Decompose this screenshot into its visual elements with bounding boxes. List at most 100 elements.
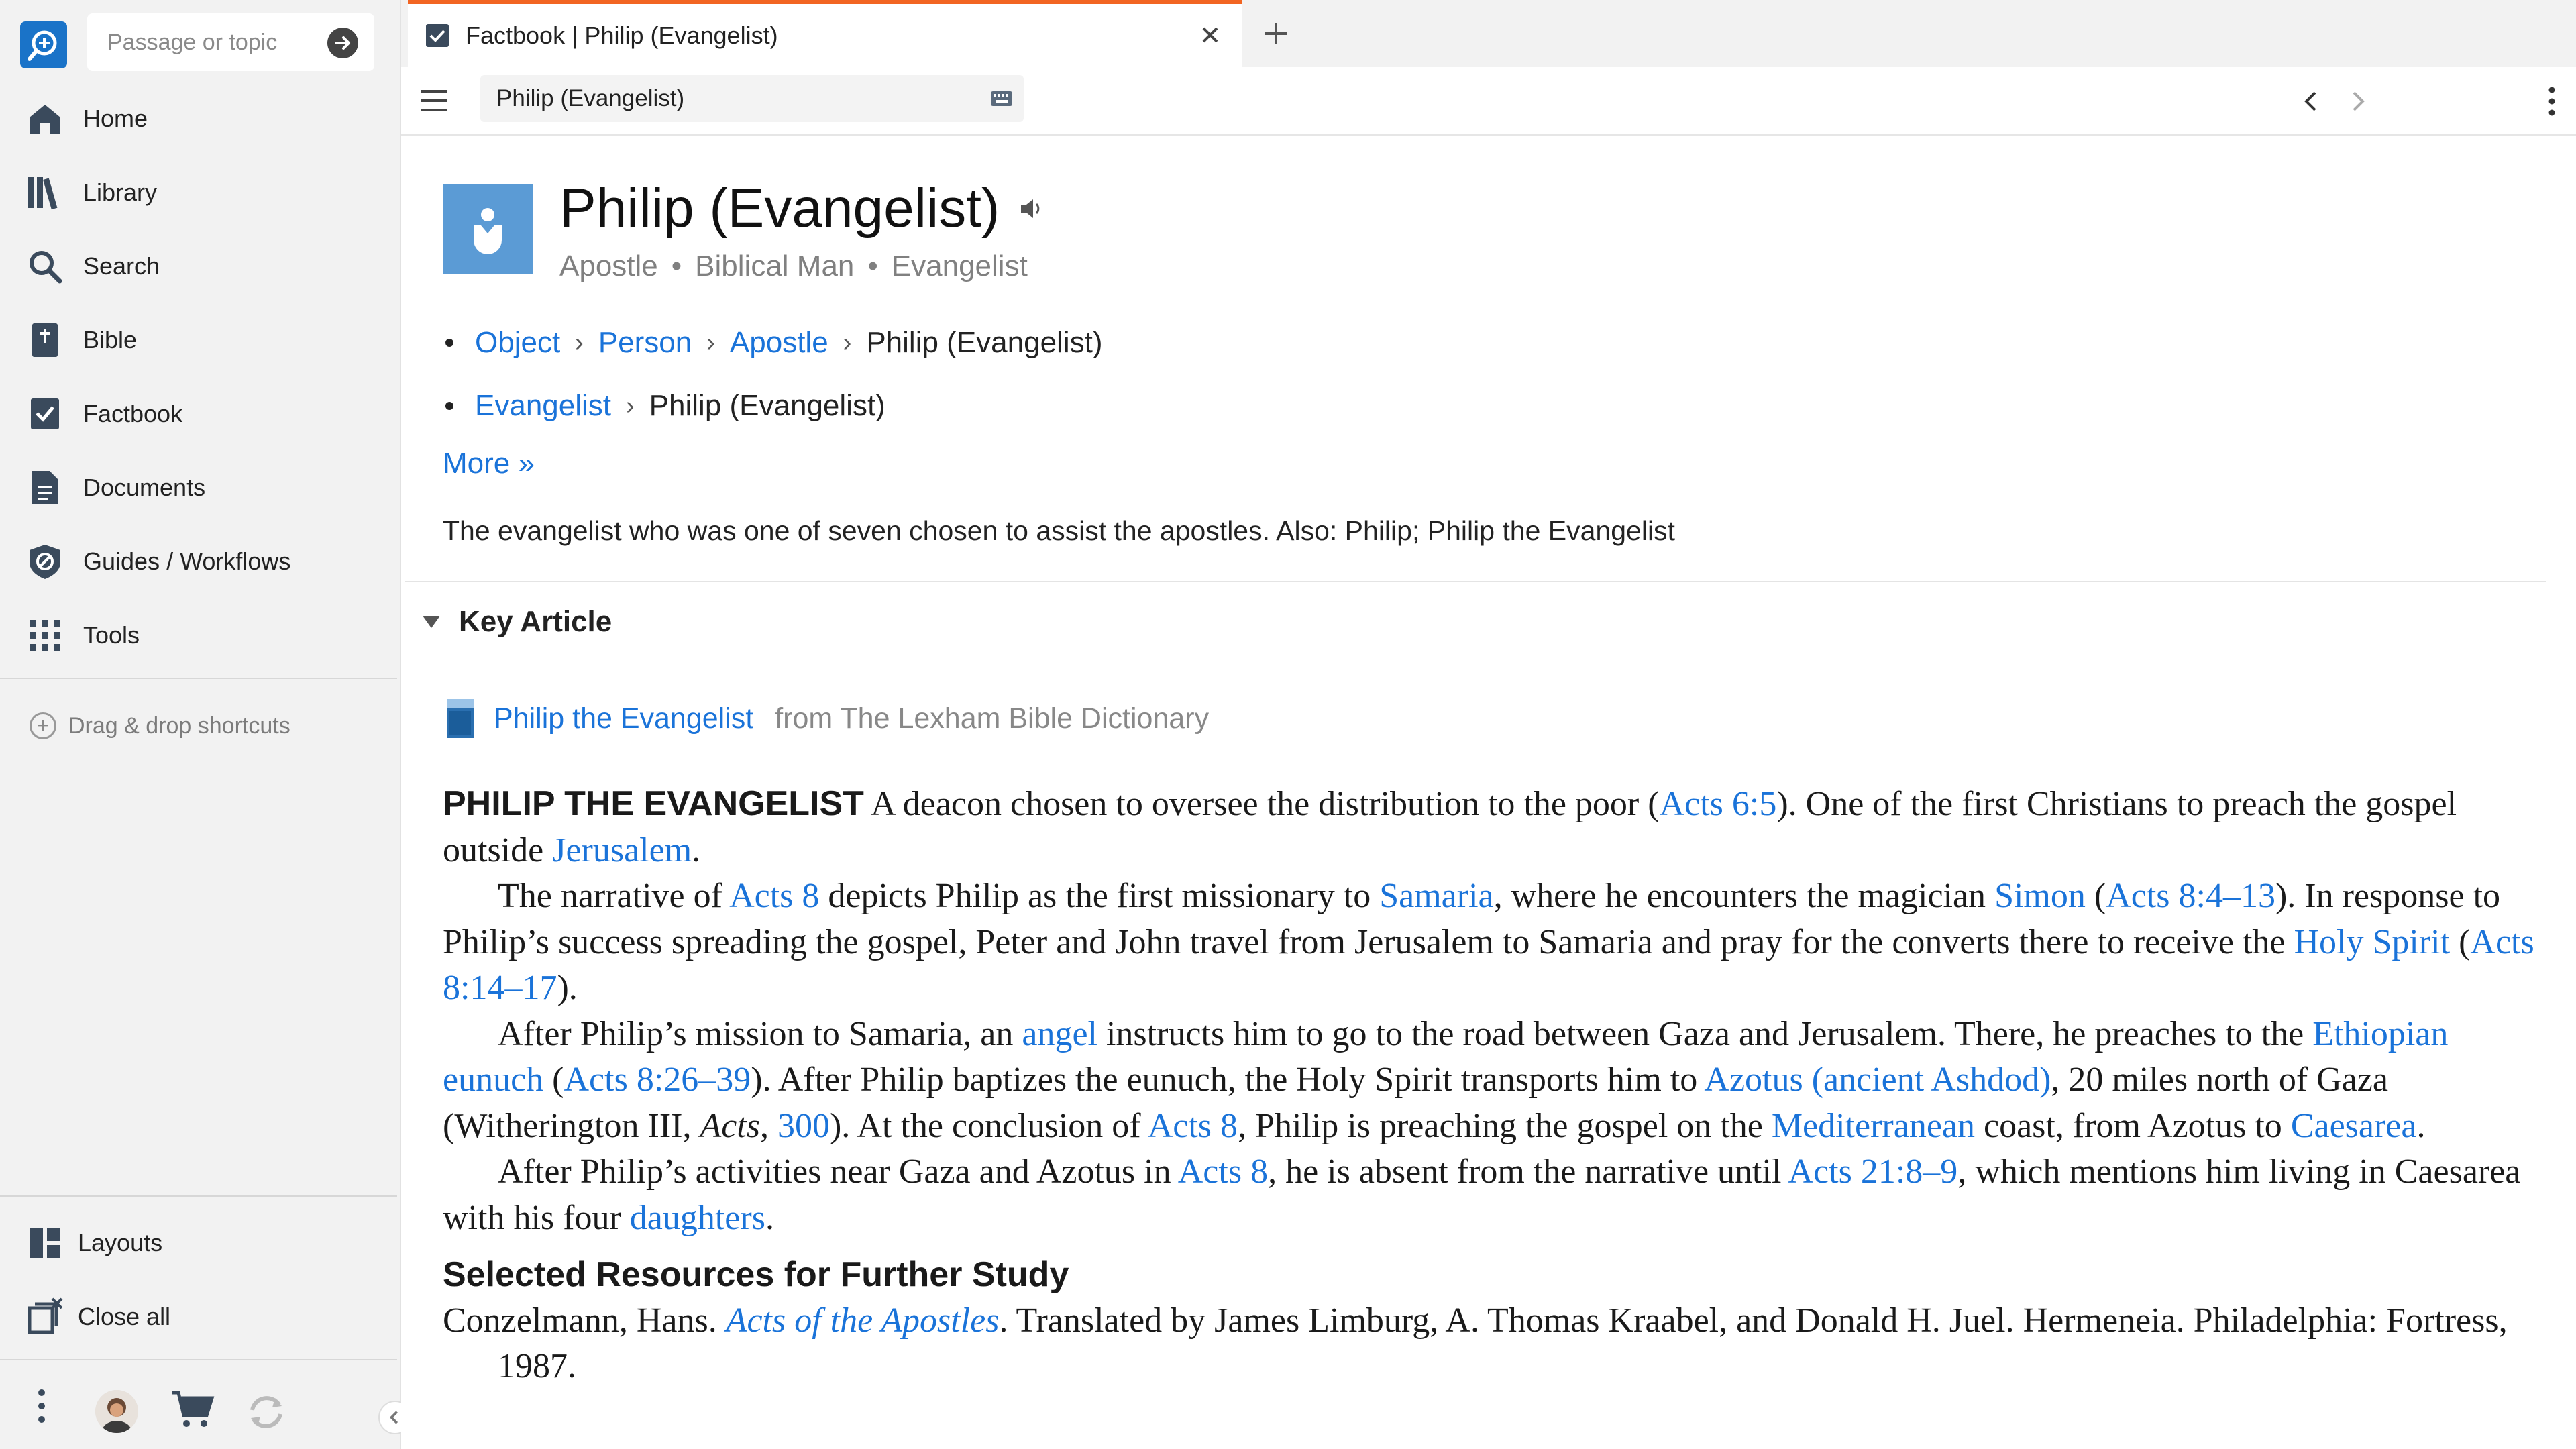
more-link[interactable]: More » bbox=[443, 447, 535, 480]
article-link[interactable]: Acts 21:8–9 bbox=[1788, 1152, 1958, 1191]
article-text: After Philip’s mission to Samaria, an bbox=[498, 1014, 1022, 1053]
reference-input[interactable] bbox=[495, 85, 967, 113]
article-link[interactable]: Holy Spirit bbox=[2294, 923, 2450, 961]
article-link[interactable]: Acts 8:4–13 bbox=[2106, 877, 2275, 915]
sidebar-divider bbox=[0, 678, 397, 679]
sidebar-item-layouts[interactable]: Layouts bbox=[0, 1206, 170, 1280]
tab-factbook[interactable]: Factbook | Philip (Evangelist) bbox=[408, 0, 1242, 67]
article-link[interactable]: Caesarea bbox=[2291, 1107, 2417, 1145]
factbook-content: Philip (Evangelist) Apostle • Biblical Man… bbox=[401, 136, 2576, 1449]
sidebar-item-bible[interactable]: Bible bbox=[0, 303, 400, 377]
sidebar-item-label: Documents bbox=[83, 474, 206, 501]
cart-icon[interactable] bbox=[169, 1389, 216, 1429]
article-link[interactable]: 300 bbox=[777, 1107, 830, 1145]
article-link[interactable]: angel bbox=[1022, 1015, 1097, 1053]
add-circle-icon: + bbox=[30, 712, 56, 739]
article-link[interactable]: Acts 8:26–39 bbox=[564, 1061, 751, 1099]
sidebar-bottom-nav: Layouts Close all bbox=[0, 1206, 170, 1354]
collapse-triangle-icon bbox=[423, 616, 440, 628]
entry-types: Apostle • Biblical Man • Evangelist bbox=[559, 250, 1028, 283]
close-all-icon bbox=[25, 1297, 64, 1336]
source-article-link[interactable]: Philip the Evangelist bbox=[494, 702, 753, 735]
article-link[interactable]: Samaria bbox=[1379, 877, 1493, 915]
reference-box[interactable] bbox=[480, 75, 1024, 122]
panel-menu-kebab-icon[interactable] bbox=[2545, 85, 2559, 118]
breadcrumb-separator: › bbox=[843, 328, 852, 357]
drag-drop-shortcuts[interactable]: + Drag & drop shortcuts bbox=[30, 712, 290, 739]
entry-description: The evangelist who was one of seven chos… bbox=[443, 515, 1675, 546]
sidebar-item-factbook[interactable]: Factbook bbox=[0, 377, 400, 451]
article-text: ). bbox=[557, 969, 578, 1007]
close-tab-icon[interactable] bbox=[1197, 21, 1224, 48]
panel-toolbar bbox=[401, 67, 2576, 136]
logos-logo-icon[interactable] bbox=[20, 21, 67, 68]
article-link[interactable]: daughters bbox=[630, 1199, 765, 1237]
hamburger-menu-icon[interactable] bbox=[419, 87, 449, 114]
article-text: , bbox=[759, 1106, 777, 1145]
sidebar-item-library[interactable]: Library bbox=[0, 156, 400, 229]
keyboard-icon[interactable] bbox=[990, 90, 1013, 107]
article-text: After Philip’s activities near Gaza and … bbox=[498, 1152, 1178, 1191]
bible-icon bbox=[25, 321, 64, 360]
passage-search-box[interactable] bbox=[87, 13, 374, 71]
breadcrumb-link[interactable]: Evangelist bbox=[475, 389, 611, 423]
forward-chevron-icon[interactable] bbox=[2341, 85, 2375, 118]
article-text: ). After Philip baptizes the eunuch, the… bbox=[751, 1061, 1705, 1099]
sidebar-item-close-all[interactable]: Close all bbox=[0, 1280, 170, 1354]
sidebar-divider bbox=[0, 1359, 397, 1360]
drag-drop-label: Drag & drop shortcuts bbox=[68, 712, 290, 739]
sidebar-item-documents[interactable]: Documents bbox=[0, 451, 400, 525]
sidebar-item-label: Layouts bbox=[78, 1229, 163, 1256]
sidebar-item-label: Tools bbox=[83, 621, 140, 649]
bullet bbox=[445, 339, 453, 347]
sidebar-item-tools[interactable]: Tools bbox=[0, 598, 400, 672]
breadcrumb-link[interactable]: Object bbox=[475, 326, 560, 360]
sidebar-item-label: Guides / Workflows bbox=[83, 547, 291, 575]
breadcrumb-link[interactable]: Person bbox=[598, 326, 692, 360]
article-text: instructs him to go to the road between … bbox=[1097, 1014, 2313, 1053]
back-chevron-icon[interactable] bbox=[2294, 85, 2328, 118]
entry-type: Apostle bbox=[559, 250, 658, 282]
sidebar-item-search[interactable]: Search bbox=[0, 229, 400, 303]
article-link[interactable]: Simon bbox=[1994, 877, 2086, 915]
more-kebab-icon[interactable] bbox=[35, 1387, 48, 1425]
sidebar-nav: Home Library Search Bible Factbook Docum… bbox=[0, 82, 400, 672]
tools-grid-icon bbox=[25, 616, 64, 655]
article-link[interactable]: Jerusalem bbox=[552, 831, 692, 869]
article-text: . bbox=[692, 830, 701, 869]
article-link[interactable]: Mediterranean bbox=[1772, 1107, 1975, 1145]
sidebar-item-home[interactable]: Home bbox=[0, 82, 400, 156]
library-icon bbox=[25, 173, 64, 212]
key-article-heading: Key Article bbox=[459, 605, 612, 638]
article-link[interactable]: Azotus (ancient Ashdod) bbox=[1704, 1061, 2051, 1099]
article-link[interactable]: Acts 8 bbox=[729, 877, 819, 915]
article-link[interactable]: Acts 6:5 bbox=[1660, 785, 1777, 823]
sync-icon[interactable] bbox=[243, 1389, 290, 1436]
sidebar-item-guides-workflows[interactable]: Guides / Workflows bbox=[0, 525, 400, 598]
breadcrumb-link[interactable]: Apostle bbox=[730, 326, 828, 360]
article-link[interactable]: Acts 8 bbox=[1148, 1107, 1238, 1145]
factbook-icon bbox=[25, 394, 64, 433]
sidebar-footer bbox=[0, 1368, 412, 1442]
app-window: Home Library Search Bible Factbook Docum… bbox=[0, 0, 2576, 1449]
speaker-icon[interactable] bbox=[1016, 194, 1045, 223]
sidebar-item-label: Close all bbox=[78, 1303, 171, 1330]
new-tab-plus-icon[interactable] bbox=[1260, 17, 1292, 50]
article-text: . bbox=[765, 1198, 774, 1237]
bullet bbox=[445, 402, 453, 410]
sidebar-item-label: Home bbox=[83, 105, 148, 132]
article-link[interactable]: Acts of the Apostles bbox=[726, 1301, 1000, 1340]
article-link[interactable]: Acts 8 bbox=[1178, 1152, 1268, 1191]
passage-search-input[interactable] bbox=[106, 28, 323, 56]
user-avatar[interactable] bbox=[95, 1390, 138, 1433]
further-study-heading: Selected Resources for Further Study bbox=[443, 1255, 1069, 1294]
taxonomy-breadcrumbs: Object › Person › Apostle › Philip (Evan… bbox=[445, 311, 1102, 437]
documents-icon bbox=[25, 468, 64, 507]
breadcrumb: Evangelist › Philip (Evangelist) bbox=[445, 374, 1102, 437]
article-text: ( bbox=[543, 1061, 564, 1099]
go-arrow-icon[interactable] bbox=[327, 28, 358, 58]
article-body: PHILIP THE EVANGELIST A deacon chosen to… bbox=[443, 781, 2542, 1390]
section-divider bbox=[405, 581, 2546, 582]
key-article-header[interactable]: Key Article bbox=[423, 605, 612, 639]
key-article-source: Philip the Evangelist from The Lexham Bi… bbox=[445, 698, 1209, 739]
